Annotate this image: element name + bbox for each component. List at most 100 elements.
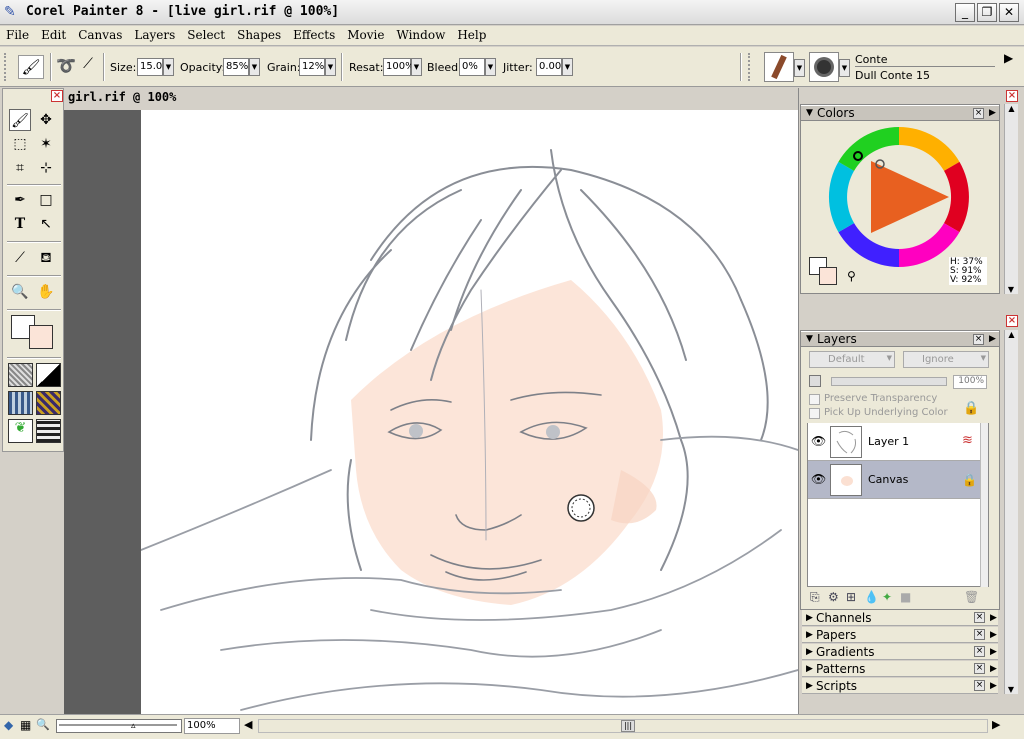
colors-palette-close-icon[interactable]: × xyxy=(1006,90,1018,102)
layer-row-layer1[interactable]: 👁 Layer 1 ≋ xyxy=(808,423,980,461)
brush-icon[interactable]: 🖌 xyxy=(18,55,44,79)
layer-opacity-input[interactable]: 100% xyxy=(953,375,987,389)
text-tool-icon[interactable]: T xyxy=(9,213,31,235)
pen-icon[interactable]: ✒ xyxy=(9,189,31,211)
clone-color-icon[interactable]: ⚲ xyxy=(847,269,856,283)
menu-help[interactable]: Help xyxy=(451,26,492,42)
channels-close-icon[interactable]: × xyxy=(974,612,985,623)
selection-adjuster-icon[interactable]: ⊹ xyxy=(35,157,57,179)
grip-handle-2[interactable] xyxy=(748,53,756,81)
grain-input[interactable]: 12% xyxy=(299,58,325,76)
brush-category-dropdown[interactable]: ▼ xyxy=(794,59,805,77)
layer-commands-icon[interactable]: ⎘ xyxy=(810,590,820,605)
look-selector-icon[interactable] xyxy=(36,419,61,443)
drawing-canvas[interactable] xyxy=(141,110,798,714)
colors-close-icon[interactable]: × xyxy=(973,108,984,119)
new-layer-icon[interactable]: ⊞ xyxy=(846,590,856,604)
size-input[interactable]: 15.0 xyxy=(137,58,163,76)
crop-icon[interactable]: ⌗ xyxy=(9,157,31,179)
brush-variant-dropdown[interactable]: ▼ xyxy=(839,59,850,77)
magic-wand-icon[interactable]: ✶ xyxy=(35,133,57,155)
layers-menu-arrow-icon[interactable]: ▶ xyxy=(989,332,996,347)
size-dropdown[interactable]: ▼ xyxy=(163,58,174,76)
patterns-palette[interactable]: ▶ Patterns × ▶ xyxy=(802,661,998,677)
dynamic-plugins-icon[interactable]: ⚙ xyxy=(828,590,839,604)
nozzle-selector-icon[interactable]: ❦ xyxy=(8,419,33,443)
papers-menu-arrow-icon[interactable]: ▶ xyxy=(990,627,997,643)
jitter-dropdown[interactable]: ▼ xyxy=(562,58,573,76)
menu-layers[interactable]: Layers xyxy=(128,26,181,42)
opacity-input[interactable]: 85% xyxy=(223,58,249,76)
paper-selector-icon[interactable] xyxy=(8,363,33,387)
menu-movie[interactable]: Movie xyxy=(341,26,390,42)
gradient-selector-icon[interactable] xyxy=(36,363,61,387)
brush-menu-arrow[interactable]: ▶ xyxy=(1004,51,1013,65)
layers-panel-header[interactable]: ▼ Layers × ▶ xyxy=(801,331,999,347)
patterns-menu-arrow-icon[interactable]: ▶ xyxy=(990,661,997,677)
stroke-freehand-icon[interactable]: ➰ xyxy=(56,56,76,78)
jitter-input[interactable]: 0.00 xyxy=(536,58,562,76)
magnifier-icon[interactable]: 🔍 xyxy=(9,281,31,303)
brush-tool-icon[interactable]: 🖌 xyxy=(9,109,31,131)
bleed-input[interactable]: 0% xyxy=(459,58,485,76)
gradients-palette[interactable]: ▶ Gradients × ▶ xyxy=(802,644,998,660)
papers-close-icon[interactable]: × xyxy=(974,629,985,640)
resat-input[interactable]: 100% xyxy=(383,58,415,76)
stroke-straight-icon[interactable]: ⟋ xyxy=(78,56,98,78)
menu-shapes[interactable]: Shapes xyxy=(231,26,287,42)
new-watercolor-layer-icon[interactable]: 💧 xyxy=(864,590,879,604)
papers-palette[interactable]: ▶ Papers × ▶ xyxy=(802,627,998,643)
scripts-menu-arrow-icon[interactable]: ▶ xyxy=(990,678,997,694)
minimize-button[interactable]: _ xyxy=(955,3,975,22)
channels-palette[interactable]: ▶ Channels × ▶ xyxy=(802,610,998,626)
gradients-close-icon[interactable]: × xyxy=(974,646,985,657)
preserve-transparency-checkbox[interactable] xyxy=(809,394,820,405)
patterns-close-icon[interactable]: × xyxy=(974,663,985,674)
grid-icon[interactable]: ▦ xyxy=(20,718,31,732)
menu-effects[interactable]: Effects xyxy=(287,26,341,42)
eye-icon[interactable]: 👁 xyxy=(811,472,826,486)
colors-menu-arrow-icon[interactable]: ▶ xyxy=(989,106,996,121)
grain-dropdown[interactable]: ▼ xyxy=(325,58,336,76)
layer-list-scrollbar[interactable] xyxy=(980,423,988,587)
weaving-selector-icon[interactable] xyxy=(36,391,61,415)
menu-canvas[interactable]: Canvas xyxy=(72,26,128,42)
pattern-selector-icon[interactable] xyxy=(8,391,33,415)
resat-dropdown[interactable]: ▼ xyxy=(411,58,422,76)
menu-edit[interactable]: Edit xyxy=(35,26,72,42)
layers-palette-close-icon[interactable]: × xyxy=(1006,315,1018,327)
rect-select-icon[interactable]: ⬚ xyxy=(9,133,31,155)
menu-select[interactable]: Select xyxy=(181,26,231,42)
layers-scrollbar[interactable]: ▲ ▼ xyxy=(1004,330,1018,694)
paint-bucket-icon[interactable]: ⛾ xyxy=(35,247,57,269)
composite-depth-select[interactable]: Ignore ▼ xyxy=(903,351,989,368)
gradients-menu-arrow-icon[interactable]: ▶ xyxy=(990,644,997,660)
layer-adjuster-icon[interactable]: ✥ xyxy=(35,109,57,131)
opacity-dropdown[interactable]: ▼ xyxy=(249,58,260,76)
channels-menu-arrow-icon[interactable]: ▶ xyxy=(990,610,997,626)
horizontal-scrollbar[interactable]: ||| xyxy=(258,719,988,733)
composite-method-select[interactable]: Default ▼ xyxy=(809,351,895,368)
brush-variant-selector[interactable] xyxy=(809,52,839,82)
menu-window[interactable]: Window xyxy=(390,26,451,42)
restore-button[interactable]: ❐ xyxy=(977,3,997,22)
shape-selection-icon[interactable]: ↖ xyxy=(35,213,57,235)
close-button[interactable]: ✕ xyxy=(999,3,1019,22)
zoom-icon[interactable]: 🔍 xyxy=(36,718,50,731)
grip-handle[interactable] xyxy=(4,53,12,81)
colors-panel-header[interactable]: ▼ Colors × ▶ xyxy=(801,105,999,121)
eye-icon[interactable]: 👁 xyxy=(811,434,826,448)
create-mask-icon[interactable]: ■ xyxy=(900,590,911,604)
zoom-level-input[interactable]: 100% xyxy=(184,718,240,734)
hue-ring[interactable] xyxy=(827,125,971,269)
drawing-mode-icon[interactable]: ◆ xyxy=(4,718,13,732)
colors-scrollbar[interactable]: ▲ ▼ xyxy=(1004,104,1018,294)
new-liquid-ink-layer-icon[interactable]: ✦ xyxy=(882,590,892,604)
scripts-close-icon[interactable]: × xyxy=(974,680,985,691)
layer-row-canvas[interactable]: 👁 Canvas 🔒 xyxy=(808,461,980,499)
zoom-slider[interactable]: ▵ xyxy=(56,719,182,733)
rectangle-shape-icon[interactable]: □ xyxy=(35,189,57,211)
pick-up-underlying-checkbox[interactable] xyxy=(809,408,820,419)
brush-category-selector[interactable] xyxy=(764,52,794,82)
layer-opacity-slider[interactable] xyxy=(831,377,947,386)
